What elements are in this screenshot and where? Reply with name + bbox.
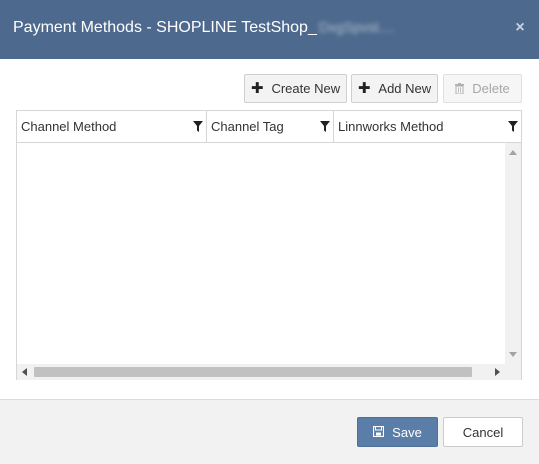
column-header-linnworks-method[interactable]: Linnworks Method — [334, 111, 521, 142]
add-new-label: Add New — [378, 81, 432, 96]
scroll-down-arrow-icon[interactable] — [509, 352, 517, 357]
close-icon[interactable]: × — [511, 18, 529, 38]
create-new-label: Create New — [271, 81, 341, 96]
column-header-channel-tag[interactable]: Channel Tag — [207, 111, 334, 142]
save-button[interactable]: Save — [357, 417, 438, 447]
column-label: Channel Tag — [211, 119, 284, 134]
grid-body — [17, 143, 505, 364]
column-label: Linnworks Method — [338, 119, 444, 134]
column-header-channel-method[interactable]: Channel Method — [17, 111, 207, 142]
filter-icon[interactable] — [508, 121, 518, 132]
delete-label: Delete — [472, 81, 510, 96]
trash-icon — [455, 83, 465, 94]
dialog-title: Payment Methods - SHOPLINE TestShop_ DxgS… — [13, 19, 394, 37]
filter-icon[interactable] — [320, 121, 330, 132]
dialog-header: Payment Methods - SHOPLINE TestShop_ DxgS… — [0, 0, 539, 59]
grid-header: Channel Method Channel Tag Linnworks Met… — [17, 111, 521, 143]
delete-button[interactable]: Delete — [443, 74, 522, 103]
add-new-button[interactable]: ✚ Add New — [351, 74, 438, 103]
scroll-left-arrow-icon[interactable] — [22, 368, 27, 376]
payment-methods-dialog: Payment Methods - SHOPLINE TestShop_ DxgS… — [0, 0, 539, 464]
column-label: Channel Method — [21, 119, 117, 134]
vertical-scrollbar[interactable] — [505, 143, 521, 364]
filter-icon[interactable] — [193, 121, 203, 132]
cancel-label: Cancel — [462, 424, 504, 440]
horizontal-scroll-thumb[interactable] — [34, 367, 472, 377]
dialog-title-text: Payment Methods - SHOPLINE TestShop_ — [13, 19, 317, 36]
cancel-button[interactable]: Cancel — [443, 417, 523, 447]
horizontal-scrollbar[interactable] — [17, 364, 521, 380]
create-new-button[interactable]: ✚ Create New — [244, 74, 347, 103]
floppy-disk-icon — [373, 425, 385, 440]
scroll-right-arrow-icon[interactable] — [495, 368, 500, 376]
plus-icon: ✚ — [357, 80, 371, 97]
plus-icon: ✚ — [250, 80, 264, 97]
payment-methods-grid: Channel Method Channel Tag Linnworks Met… — [16, 110, 522, 380]
obscured-shop-name: DxgSpvst.... — [318, 19, 395, 35]
save-label: Save — [392, 424, 422, 440]
dialog-footer: Save Cancel — [0, 399, 539, 464]
scroll-up-arrow-icon[interactable] — [509, 150, 517, 155]
